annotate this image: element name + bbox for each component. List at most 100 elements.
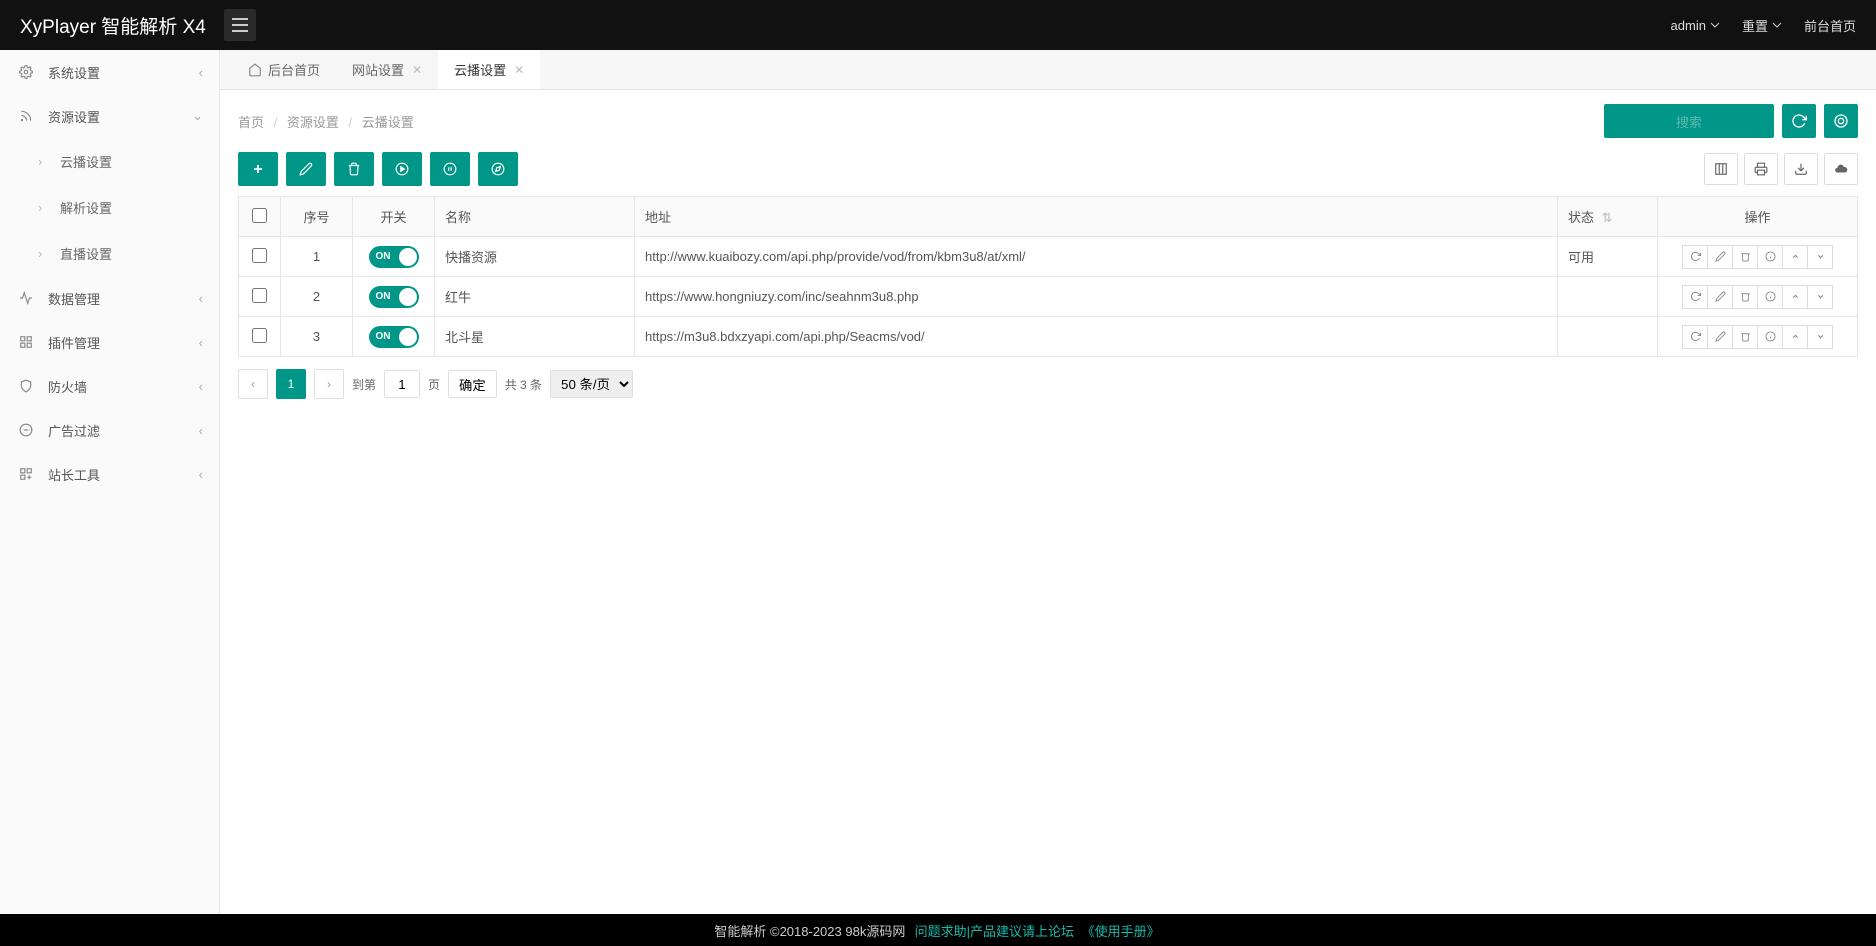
th-name: 名称: [435, 197, 635, 237]
th-status[interactable]: 状态 ⇅: [1558, 197, 1658, 237]
row-down-button[interactable]: [1807, 325, 1833, 349]
footer-manual-link[interactable]: 《使用手册》: [1082, 921, 1160, 940]
row-down-button[interactable]: [1807, 245, 1833, 269]
sidebar-item-adfilter[interactable]: 广告过滤 ‹: [0, 408, 219, 452]
export-button[interactable]: [1784, 153, 1818, 185]
play-circle-icon: [395, 162, 409, 176]
tab-home[interactable]: 后台首页: [232, 50, 336, 89]
row-refresh-button[interactable]: [1682, 285, 1708, 309]
user-label: admin: [1671, 18, 1706, 33]
switch-toggle[interactable]: ON: [369, 246, 419, 268]
row-ops: [1668, 285, 1847, 309]
tab-site-settings[interactable]: 网站设置 ✕: [336, 50, 438, 89]
pagination: ‹ 1 › 到第 页 确定 共 3 条 50 条/页: [238, 369, 1858, 399]
row-delete-button[interactable]: [1732, 285, 1758, 309]
sidebar-label: 插件管理: [48, 333, 100, 352]
page-input[interactable]: [384, 370, 420, 398]
sidebar-item-data[interactable]: 数据管理 ‹: [0, 276, 219, 320]
print-button[interactable]: [1744, 153, 1778, 185]
row-info-button[interactable]: [1757, 245, 1783, 269]
app-brand: XyPlayer 智能解析 X4: [20, 12, 206, 39]
explore-button[interactable]: [478, 152, 518, 186]
row-edit-button[interactable]: [1707, 285, 1733, 309]
sidebar-sub-label: 云播设置: [60, 152, 112, 171]
add-button[interactable]: [238, 152, 278, 186]
reset-menu[interactable]: 重置: [1742, 16, 1782, 35]
chevron-down-icon: [1772, 22, 1782, 28]
th-switch: 开关: [353, 197, 435, 237]
sidebar-item-tools[interactable]: 站长工具 ‹: [0, 452, 219, 496]
breadcrumb-row: 首页 / 资源设置 / 云播设置 搜索: [238, 104, 1858, 138]
sidebar-sub-cloud[interactable]: › 云播设置: [0, 138, 219, 184]
activity-icon: [18, 290, 34, 306]
cell-name: 红牛: [435, 277, 635, 317]
columns-button[interactable]: [1704, 153, 1738, 185]
row-up-button[interactable]: [1782, 325, 1808, 349]
page-unit-label: 页: [428, 376, 440, 393]
row-up-button[interactable]: [1782, 245, 1808, 269]
sidebar-item-plugin[interactable]: 插件管理 ‹: [0, 320, 219, 364]
per-page-select[interactable]: 50 条/页: [550, 370, 633, 398]
delete-button[interactable]: [334, 152, 374, 186]
switch-toggle[interactable]: ON: [369, 286, 419, 308]
gear-icon: [18, 64, 34, 80]
row-ops: [1668, 245, 1847, 269]
table-row: 3 ON 北斗星 https://m3u8.bdxzyapi.com/api.p…: [239, 317, 1858, 357]
row-checkbox[interactable]: [252, 248, 267, 263]
row-checkbox[interactable]: [252, 328, 267, 343]
sidebar-label: 数据管理: [48, 289, 100, 308]
search-button[interactable]: 搜索: [1604, 104, 1774, 138]
reset-label: 重置: [1742, 16, 1768, 35]
row-edit-button[interactable]: [1707, 245, 1733, 269]
tab-cloud-settings[interactable]: 云播设置 ✕: [438, 50, 540, 89]
main-content: 后台首页 网站设置 ✕ 云播设置 ✕ 首页 / 资源设: [220, 50, 1876, 914]
row-delete-button[interactable]: [1732, 245, 1758, 269]
sync-icon: [1833, 113, 1849, 129]
row-checkbox[interactable]: [252, 288, 267, 303]
tab-label: 云播设置: [454, 60, 506, 79]
chevron-left-icon: ‹: [199, 65, 203, 80]
row-info-button[interactable]: [1757, 285, 1783, 309]
play-button[interactable]: [382, 152, 422, 186]
pause-button[interactable]: [430, 152, 470, 186]
row-info-button[interactable]: [1757, 325, 1783, 349]
footer-help-link[interactable]: 问题求助|产品建议请上论坛: [915, 921, 1074, 940]
app-header: XyPlayer 智能解析 X4 admin 重置 前台首页: [0, 0, 1876, 50]
refresh-button[interactable]: [1782, 104, 1816, 138]
front-link[interactable]: 前台首页: [1804, 16, 1856, 35]
crumb-home[interactable]: 首页: [238, 115, 264, 130]
switch-toggle[interactable]: ON: [369, 326, 419, 348]
row-edit-button[interactable]: [1707, 325, 1733, 349]
row-up-button[interactable]: [1782, 285, 1808, 309]
sidebar-sub-live[interactable]: › 直播设置: [0, 230, 219, 276]
row-refresh-button[interactable]: [1682, 325, 1708, 349]
close-icon[interactable]: ✕: [412, 63, 422, 77]
refresh-icon: [1791, 113, 1807, 129]
select-all-checkbox[interactable]: [252, 208, 267, 223]
cloud-upload-button[interactable]: [1824, 153, 1858, 185]
page-confirm-button[interactable]: 确定: [448, 370, 497, 398]
chevron-right-icon: ›: [38, 154, 50, 169]
crumb-resource[interactable]: 资源设置: [287, 115, 339, 130]
trash-icon: [1740, 251, 1751, 262]
row-refresh-button[interactable]: [1682, 245, 1708, 269]
chevron-left-icon: ‹: [199, 467, 203, 482]
cell-status: [1558, 317, 1658, 357]
row-down-button[interactable]: [1807, 285, 1833, 309]
sync-button[interactable]: [1824, 104, 1858, 138]
sidebar-sub-parse[interactable]: › 解析设置: [0, 184, 219, 230]
menu-toggle-button[interactable]: [224, 9, 256, 41]
close-icon[interactable]: ✕: [514, 63, 524, 77]
edit-button[interactable]: [286, 152, 326, 186]
content-area: 首页 / 资源设置 / 云播设置 搜索: [220, 90, 1876, 914]
prev-page-button[interactable]: ‹: [238, 369, 268, 399]
row-delete-button[interactable]: [1732, 325, 1758, 349]
next-page-button[interactable]: ›: [314, 369, 344, 399]
user-menu[interactable]: admin: [1671, 18, 1720, 33]
page-number-button[interactable]: 1: [276, 369, 306, 399]
toolbar: [238, 152, 1858, 186]
sidebar-item-firewall[interactable]: 防火墙 ‹: [0, 364, 219, 408]
sidebar-item-resource[interactable]: 资源设置 ⌄: [0, 94, 219, 138]
cell-url: http://www.kuaibozy.com/api.php/provide/…: [635, 237, 1558, 277]
sidebar-item-system[interactable]: 系统设置 ‹: [0, 50, 219, 94]
